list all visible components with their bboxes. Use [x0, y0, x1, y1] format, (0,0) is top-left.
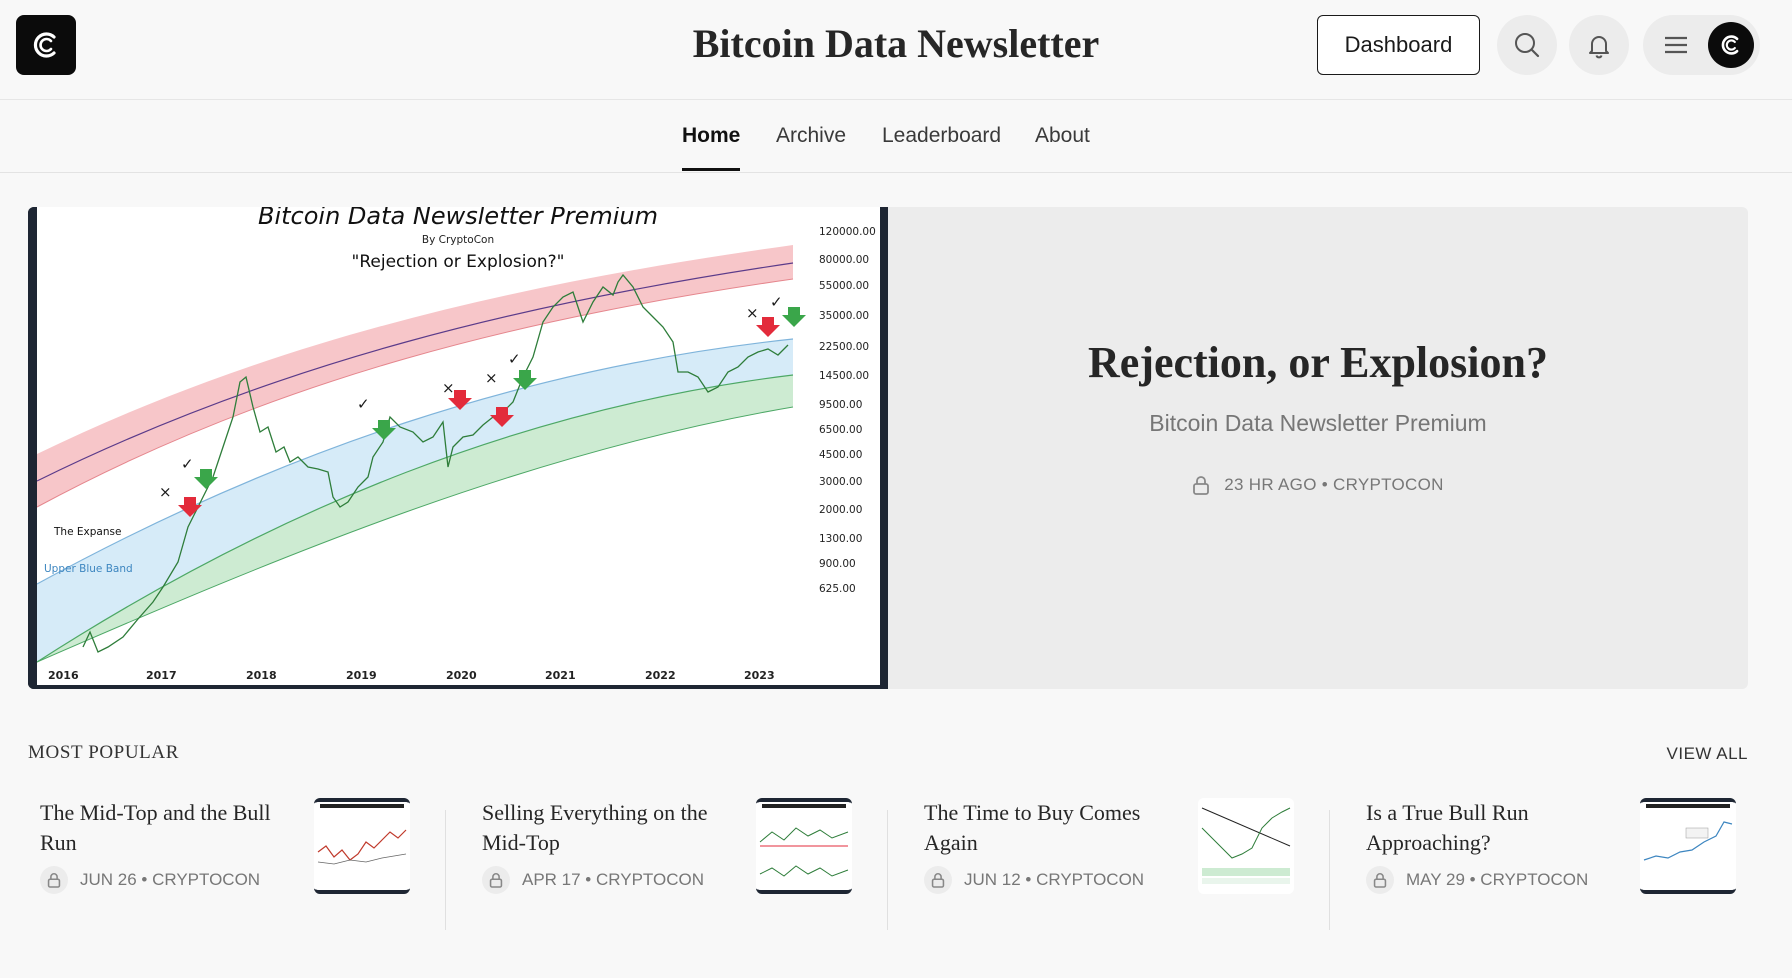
account-menu-button[interactable] [1643, 15, 1760, 75]
svg-text:×: × [746, 304, 759, 322]
chart-y-tick-label: 14500.00 [819, 370, 869, 382]
svg-text:✓: ✓ [508, 350, 521, 368]
featured-post-image[interactable]: × × × × ✓ ✓ ✓ ✓ 120000.00 80000.00 55000.00 35000… [28, 207, 888, 689]
chart-x-tick-label: 2022 [645, 669, 676, 682]
chart-label-band: Upper Blue Band [44, 563, 133, 575]
svg-text:✓: ✓ [357, 395, 370, 413]
chart-y-tick-label: 4500.00 [819, 449, 862, 461]
popular-post-card[interactable]: Selling Everything on the Mid-Top APR 17… [470, 790, 890, 900]
popular-post-card[interactable]: The Time to Buy Comes Again JUN 12 • CRY… [912, 790, 1332, 900]
popular-post-meta: JUN 26 • CRYPTOCON [40, 866, 260, 894]
chart-x-tick-label: 2018 [246, 669, 277, 682]
chart-y-tick-label: 120000.00 [819, 226, 876, 238]
popular-post-thumbnail[interactable] [314, 798, 410, 894]
popular-post-title[interactable]: Selling Everything on the Mid-Top [482, 798, 752, 858]
avatar[interactable] [1708, 22, 1754, 68]
svg-text:✓: ✓ [181, 455, 194, 473]
nav-leaderboard[interactable]: Leaderboard [882, 124, 1001, 148]
popular-post-thumbnail[interactable] [1640, 798, 1736, 894]
svg-text:✓: ✓ [770, 293, 783, 311]
card-divider [445, 810, 446, 930]
popular-post-date-author: JUN 26 • CRYPTOCON [80, 870, 261, 889]
popular-post-thumbnail[interactable] [756, 798, 852, 894]
chart-y-tick-label: 6500.00 [819, 424, 862, 436]
menu-icon [1665, 36, 1687, 54]
site-header: Bitcoin Data Newsletter Dashboard [0, 0, 1792, 100]
chart-x-tick-label: 2020 [446, 669, 477, 682]
svg-text:×: × [442, 379, 455, 397]
featured-post-subtitle: Bitcoin Data Newsletter Premium [1149, 410, 1487, 436]
popular-post-title[interactable]: The Mid-Top and the Bull Run [40, 798, 310, 858]
notifications-button[interactable] [1569, 15, 1629, 75]
nav-home[interactable]: Home [682, 124, 740, 148]
chart-y-tick-label: 3000.00 [819, 476, 862, 488]
lock-icon [1193, 476, 1210, 495]
avatar-icon [1721, 35, 1739, 55]
chart-y-tick-label: 2000.00 [819, 504, 862, 516]
chart-x-tick-label: 2017 [146, 669, 177, 682]
popular-post-title[interactable]: The Time to Buy Comes Again [924, 798, 1194, 858]
card-divider [887, 810, 888, 930]
svg-text:×: × [485, 369, 498, 387]
nav-about[interactable]: About [1035, 124, 1090, 148]
lock-icon [482, 866, 510, 894]
bell-icon [1589, 36, 1609, 59]
popular-post-thumbnail[interactable] [1198, 798, 1294, 894]
chart-y-tick-label: 22500.00 [819, 341, 869, 353]
popular-post-date-author: JUN 12 • CRYPTOCON [964, 870, 1145, 889]
chart-label-expanse: The Expanse [53, 526, 121, 538]
featured-post-meta: 23 HR AGO • CRYPTOCON [888, 475, 1748, 495]
chart-quote: "Rejection or Explosion?" [352, 252, 565, 272]
nav-archive[interactable]: Archive [776, 124, 846, 148]
popular-post-date-author: APR 17 • CRYPTOCON [522, 870, 704, 889]
nav-active-indicator [682, 168, 740, 171]
search-button[interactable] [1497, 15, 1557, 75]
chart-y-tick-label: 80000.00 [819, 254, 869, 266]
chart-x-tick-label: 2019 [346, 669, 377, 682]
featured-post-title[interactable]: Rejection, or Explosion? [888, 337, 1748, 388]
chart-y-tick-label: 55000.00 [819, 280, 869, 292]
most-popular-heading: MOST POPULAR [28, 742, 179, 763]
featured-post-date-author: 23 HR AGO • CRYPTOCON [1224, 475, 1444, 494]
popular-post-title[interactable]: Is a True Bull Run Approaching? [1366, 798, 1636, 858]
chart-y-tick-label: 35000.00 [819, 310, 869, 322]
chart-y-tick-label: 9500.00 [819, 399, 862, 411]
popular-post-meta: MAY 29 • CRYPTOCON [1366, 866, 1588, 894]
chart-y-tick-label: 1300.00 [819, 533, 862, 545]
main-nav: Home Archive Leaderboard About [0, 100, 1792, 173]
search-icon [1515, 33, 1540, 58]
chart-y-tick-label: 625.00 [819, 583, 856, 595]
popular-post-card[interactable]: Is a True Bull Run Approaching? MAY 29 •… [1354, 790, 1774, 900]
chart-x-tick-label: 2016 [48, 669, 79, 682]
chart-y-tick-label: 900.00 [819, 558, 856, 570]
lock-icon [924, 866, 952, 894]
chart-x-tick-label: 2021 [545, 669, 576, 682]
chart-byline: By CryptoCon [422, 234, 494, 246]
featured-post[interactable]: × × × × ✓ ✓ ✓ ✓ 120000.00 80000.00 55000.00 35000… [28, 207, 1748, 689]
popular-post-date-author: MAY 29 • CRYPTOCON [1406, 870, 1589, 889]
popular-post-meta: JUN 12 • CRYPTOCON [924, 866, 1144, 894]
popular-post-meta: APR 17 • CRYPTOCON [482, 866, 704, 894]
card-divider [1329, 810, 1330, 930]
chart-title: Bitcoin Data Newsletter Premium [258, 207, 658, 230]
dashboard-button[interactable]: Dashboard [1317, 15, 1480, 75]
svg-text:×: × [159, 483, 172, 501]
view-all-link[interactable]: VIEW ALL [1667, 744, 1748, 764]
lock-icon [1366, 866, 1394, 894]
popular-post-card[interactable]: The Mid-Top and the Bull Run JUN 26 • CR… [28, 790, 448, 900]
chart-x-tick-label: 2023 [744, 669, 775, 682]
lock-icon [40, 866, 68, 894]
